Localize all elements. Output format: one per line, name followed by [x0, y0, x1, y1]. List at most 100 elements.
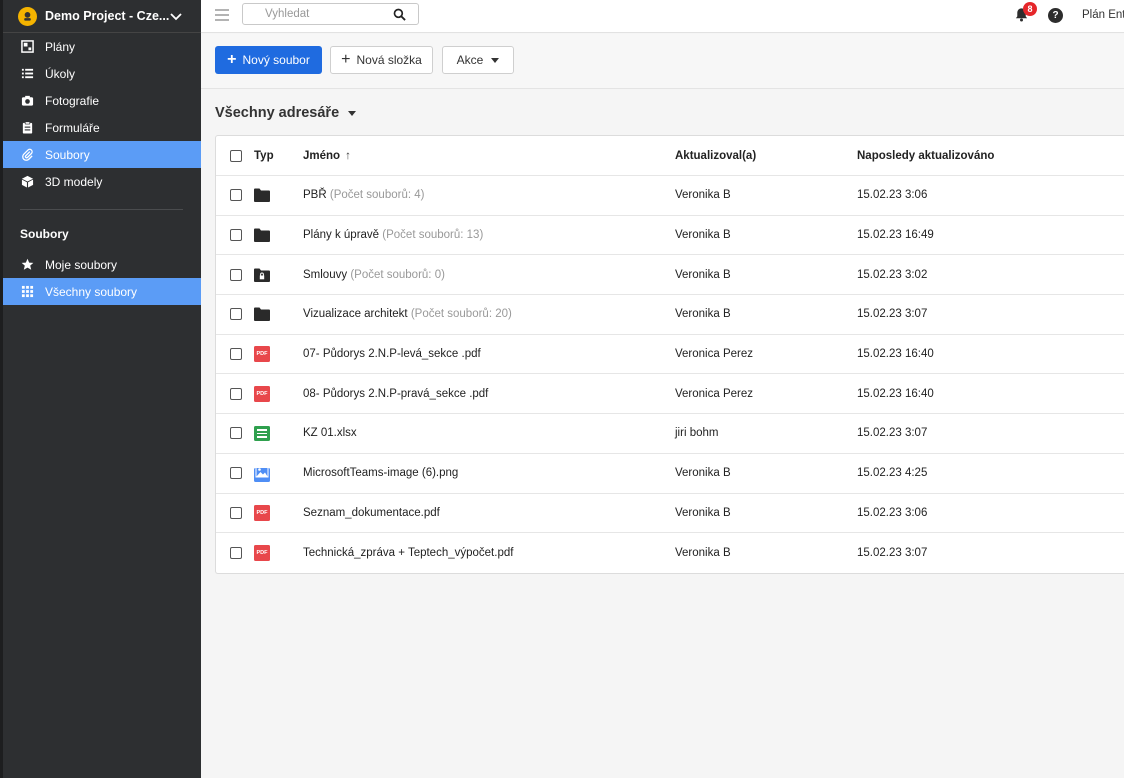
file-count: (Počet souborů: 4) [329, 189, 425, 202]
updated-at: 15.02.23 3:06 [857, 506, 928, 519]
table-row[interactable]: PDF 08- Půdorys 2.N.P-pravá_sekce .pdf V… [216, 374, 1124, 415]
updated-at: 15.02.23 3:07 [857, 308, 928, 321]
table-row[interactable]: MicrosoftTeams-image (6).png Veronika B … [216, 454, 1124, 494]
sidebar-item-plans[interactable]: Plány [0, 33, 201, 60]
updated-at: 15.02.23 3:02 [857, 268, 928, 281]
folder-selector[interactable]: Všechny adresáře [215, 105, 357, 121]
files-table: Typ Jméno ↑ Aktualizoval(a) Naposledy akt… [215, 135, 1124, 574]
column-header-name[interactable]: Jméno ↑ [303, 150, 351, 162]
folder-icon [254, 228, 270, 243]
row-checkbox[interactable] [230, 387, 242, 400]
actions-label: Akce [456, 53, 484, 67]
actions-dropdown[interactable]: Akce [442, 46, 514, 74]
updated-at: 15.02.23 16:40 [857, 348, 934, 361]
updated-by: Veronika B [675, 308, 731, 321]
star-icon [20, 258, 34, 272]
new-file-label: Nový soubor [242, 53, 310, 67]
sidebar-item-label: Formuláře [45, 120, 100, 135]
pdf-file-icon: PDF [254, 346, 270, 363]
new-folder-button[interactable]: + Nová složka [330, 46, 433, 74]
clipboard-icon [20, 121, 34, 135]
row-checkbox[interactable] [230, 547, 242, 560]
table-row[interactable]: PDF Seznam_dokumentace.pdf Veronika B 15… [216, 494, 1124, 534]
file-name[interactable]: KZ 01.xlsx [303, 427, 357, 439]
caret-down-icon [348, 110, 357, 116]
file-name[interactable]: Plány k úpravě (Počet souborů: 13) [303, 229, 483, 241]
grid-icon [20, 285, 34, 299]
updated-at: 15.02.23 16:49 [857, 229, 934, 242]
file-name[interactable]: MicrosoftTeams-image (6).png [303, 467, 458, 479]
project-switcher[interactable]: Demo Project - Cze... [0, 0, 201, 33]
row-checkbox[interactable] [230, 348, 242, 361]
help-icon[interactable]: ? [1048, 8, 1063, 23]
file-name-label: PBŘ [303, 189, 327, 202]
pdf-icon-label: PDF [254, 385, 270, 402]
file-name[interactable]: Vizualizace architekt (Počet souborů: 20… [303, 308, 512, 320]
sidebar-item-my-files[interactable]: Moje soubory [0, 251, 201, 278]
row-checkbox[interactable] [230, 308, 242, 321]
select-all-checkbox[interactable] [230, 149, 242, 162]
pdf-file-icon: PDF [254, 545, 270, 562]
table-row[interactable]: PBŘ (Počet souborů: 4) Veronika B 15.02.… [216, 176, 1124, 216]
sidebar-item-3d-models[interactable]: 3D modely [0, 168, 201, 195]
column-header-updated-by[interactable]: Aktualizoval(a) [675, 150, 756, 162]
project-logo-icon [18, 6, 37, 26]
table-row[interactable]: PDF 07- Půdorys 2.N.P-levá_sekce .pdf Ve… [216, 335, 1124, 375]
file-name[interactable]: Technická_zpráva + Teptech_výpočet.pdf [303, 547, 513, 559]
tasks-icon [20, 67, 34, 81]
search-icon[interactable] [393, 8, 406, 21]
new-file-button[interactable]: + Nový soubor [215, 46, 322, 74]
spreadsheet-file-icon [254, 425, 270, 441]
row-checkbox[interactable] [230, 427, 242, 440]
sidebar-item-forms[interactable]: Formuláře [0, 114, 201, 141]
updated-at: 15.02.23 3:07 [857, 547, 928, 560]
updated-at: 15.02.23 3:06 [857, 189, 928, 202]
plan-label[interactable]: Plán Ent [1082, 9, 1124, 21]
folder-icon [254, 307, 270, 322]
row-checkbox[interactable] [230, 229, 242, 242]
toolbar: + Nový soubor + Nová složka Akce [201, 34, 1124, 89]
column-header-name-label: Jméno [303, 149, 341, 162]
sidebar-item-tasks[interactable]: Úkoly [0, 60, 201, 87]
file-name[interactable]: 08- Půdorys 2.N.P-pravá_sekce .pdf [303, 388, 488, 400]
sidebar-item-files[interactable]: Soubory [0, 141, 201, 168]
sidebar-item-all-files[interactable]: Všechny soubory [0, 278, 201, 305]
row-checkbox[interactable] [230, 467, 242, 480]
chevron-down-icon[interactable] [169, 9, 183, 23]
table-row[interactable]: Plány k úpravě (Počet souborů: 13) Veron… [216, 216, 1124, 256]
row-checkbox[interactable] [230, 268, 242, 281]
sidebar-item-label: Moje soubory [45, 257, 118, 272]
file-name[interactable]: 07- Půdorys 2.N.P-levá_sekce .pdf [303, 348, 481, 360]
column-header-updated-at[interactable]: Naposledy aktualizováno [857, 150, 994, 162]
updated-at: 15.02.23 3:07 [857, 427, 928, 440]
plans-icon [20, 40, 34, 54]
updated-at: 15.02.23 16:40 [857, 387, 934, 400]
table-row[interactable]: Smlouvy (Počet souborů: 0) Veronika B 15… [216, 255, 1124, 296]
file-name[interactable]: Smlouvy (Počet souborů: 0) [303, 269, 445, 281]
sidebar-item-label: Soubory [45, 147, 90, 162]
table-row[interactable]: KZ 01.xlsx jiri bohm 15.02.23 3:07 [216, 414, 1124, 454]
updated-by: Veronica Perez [675, 387, 753, 400]
search-input[interactable] [243, 4, 383, 24]
pdf-file-icon: PDF [254, 385, 270, 402]
file-count: (Počet souborů: 13) [382, 229, 484, 242]
menu-icon[interactable] [215, 9, 229, 21]
updated-by: jiri bohm [675, 427, 719, 440]
notification-badge: 8 [1023, 2, 1037, 16]
pdf-icon-label: PDF [254, 346, 270, 363]
file-name-label: Vizualizace architekt [303, 308, 408, 321]
file-name[interactable]: PBŘ (Počet souborů: 4) [303, 189, 424, 201]
table-row[interactable]: PDF Technická_zpráva + Teptech_výpočet.p… [216, 533, 1124, 573]
sidebar-item-photos[interactable]: Fotografie [0, 87, 201, 114]
file-name[interactable]: Seznam_dokumentace.pdf [303, 507, 440, 519]
plus-icon: + [341, 51, 351, 68]
file-name-label: 07- Půdorys 2.N.P-levá_sekce .pdf [303, 348, 481, 361]
file-name-label: 08- Půdorys 2.N.P-pravá_sekce .pdf [303, 387, 489, 400]
file-name-label: Smlouvy [303, 268, 348, 281]
row-checkbox[interactable] [230, 506, 242, 519]
column-header-type: Typ [254, 149, 274, 162]
table-row[interactable]: Vizualizace architekt (Počet souborů: 20… [216, 295, 1124, 335]
row-checkbox[interactable] [230, 189, 242, 202]
plus-icon: + [227, 51, 237, 68]
sidebar-divider [20, 209, 183, 210]
